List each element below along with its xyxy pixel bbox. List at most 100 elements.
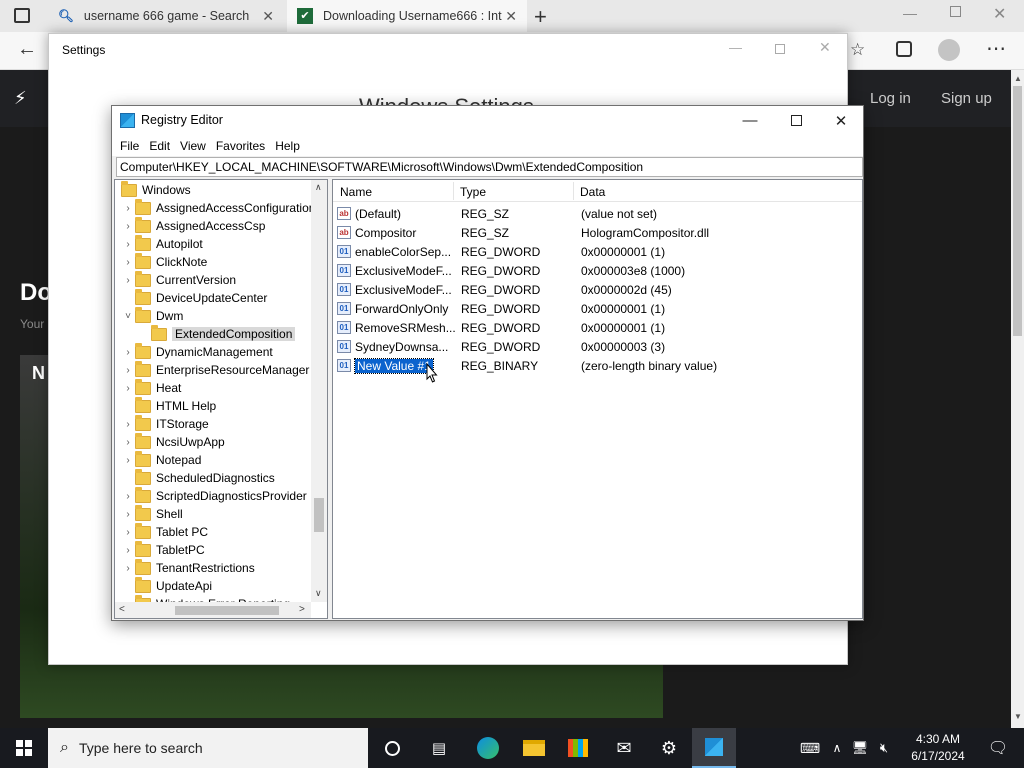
minimize-icon[interactable]: — xyxy=(903,5,917,21)
minimize-icon[interactable]: — xyxy=(729,40,742,55)
value-row[interactable]: 01 ForwardOnlyOnly REG_DWORD 0x00000001 (1) xyxy=(337,299,857,318)
chevron-right-icon[interactable]: › xyxy=(121,365,135,376)
column-name[interactable]: Name xyxy=(340,185,372,199)
tree-item[interactable]: › AssignedAccessConfiguration xyxy=(121,198,315,217)
value-row[interactable]: 01 ExclusiveModeF... REG_DWORD 0x0000002d (… xyxy=(337,280,857,299)
tree-item[interactable]: ScheduledDiagnostics xyxy=(121,468,275,487)
chevron-right-icon[interactable]: › xyxy=(121,203,135,214)
task-view-icon[interactable]: ▤ xyxy=(417,728,461,768)
chevron-down-icon[interactable]: ˅ xyxy=(121,311,135,322)
close-window-icon[interactable]: ✕ xyxy=(993,4,1006,24)
clock[interactable]: 4:30 AM 6/17/2024 xyxy=(900,731,976,765)
tree-item[interactable]: › NcsiUwpApp xyxy=(121,432,225,451)
cortana-icon[interactable] xyxy=(370,728,414,768)
scroll-thumb[interactable] xyxy=(1013,86,1022,336)
value-row[interactable]: 01 enableColorSep... REG_DWORD 0x00000001 (… xyxy=(337,242,857,261)
tree-item[interactable]: DeviceUpdateCenter xyxy=(121,288,267,307)
close-icon[interactable]: ✕ xyxy=(262,8,274,25)
chevron-right-icon[interactable]: › xyxy=(121,419,135,430)
tree-item[interactable]: › Heat xyxy=(121,378,181,397)
regedit-taskbar-icon[interactable] xyxy=(692,728,736,768)
value-row[interactable]: 01 RemoveSRMesh... REG_DWORD 0x00000001 (1) xyxy=(337,318,857,337)
tree-item[interactable]: ˅ Dwm xyxy=(121,306,183,325)
tree-item[interactable]: › CurrentVersion xyxy=(121,270,236,289)
chevron-right-icon[interactable]: › xyxy=(121,437,135,448)
menu-help[interactable]: Help xyxy=(270,139,305,153)
chevron-right-icon[interactable]: › xyxy=(121,257,135,268)
volume-muted-icon[interactable]: 🔇︎ xyxy=(872,728,896,768)
value-row[interactable]: 01 ExclusiveModeF... REG_DWORD 0x000003e8 (… xyxy=(337,261,857,280)
page-scrollbar[interactable]: ▲ ▼ xyxy=(1011,70,1024,728)
tab-actions-icon[interactable] xyxy=(14,8,30,23)
tree-vscroll[interactable]: ∧ ∨ xyxy=(311,180,327,602)
minimize-button[interactable]: — xyxy=(727,106,773,135)
back-icon[interactable]: ← xyxy=(17,38,37,61)
tab-search[interactable]: 🔍︎ username 666 game - Search ✕ xyxy=(48,0,284,32)
signup-link[interactable]: Sign up xyxy=(941,90,992,107)
scroll-thumb[interactable] xyxy=(175,606,279,615)
maximize-button[interactable] xyxy=(773,106,819,135)
file-explorer-icon[interactable] xyxy=(512,728,556,768)
profile-avatar[interactable] xyxy=(938,39,960,61)
tree-item[interactable]: › Notepad xyxy=(121,450,201,469)
tree-item[interactable]: ExtendedComposition xyxy=(137,324,296,343)
mail-icon[interactable]: ✉ xyxy=(602,728,646,768)
value-row[interactable]: ab Compositor REG_SZ HologramCompositor.dll xyxy=(337,223,857,242)
menu-file[interactable]: File xyxy=(115,139,144,153)
chevron-right-icon[interactable]: › xyxy=(121,347,135,358)
scroll-thumb[interactable] xyxy=(314,498,324,532)
menu-edit[interactable]: Edit xyxy=(144,139,175,153)
notifications-icon[interactable]: 🗨︎ xyxy=(976,728,1020,768)
settings-gear-icon[interactable]: ⚙ xyxy=(647,728,691,768)
tree-item[interactable]: Windows xyxy=(115,180,191,199)
menu-view[interactable]: View xyxy=(175,139,211,153)
start-icon[interactable] xyxy=(2,728,46,768)
network-icon[interactable]: 🖥︎ xyxy=(848,728,872,768)
close-button[interactable]: ✕ xyxy=(818,106,864,135)
values-list[interactable]: Name Type Data ab (Default) REG_SZ (value n… xyxy=(332,179,863,619)
tree-item[interactable]: › EnterpriseResourceManager xyxy=(121,360,309,379)
menu-favorites[interactable]: Favorites xyxy=(211,139,270,153)
chevron-right-icon[interactable]: › xyxy=(121,455,135,466)
value-row[interactable]: ab (Default) REG_SZ (value not set) xyxy=(337,204,857,223)
restore-icon[interactable] xyxy=(950,6,961,17)
chevron-right-icon[interactable]: › xyxy=(121,275,135,286)
tree-item[interactable]: › TenantRestrictions xyxy=(121,558,255,577)
chevron-right-icon[interactable]: › xyxy=(121,563,135,574)
tree-item[interactable]: › Shell xyxy=(121,504,183,523)
column-data[interactable]: Data xyxy=(580,185,605,199)
chevron-right-icon[interactable]: › xyxy=(121,383,135,394)
tree-item[interactable]: › AssignedAccessCsp xyxy=(121,216,265,235)
collections-icon[interactable] xyxy=(896,41,912,57)
tree-item[interactable]: UpdateApi xyxy=(121,576,212,595)
close-icon[interactable]: ✕ xyxy=(505,8,517,25)
chevron-right-icon[interactable]: › xyxy=(121,221,135,232)
maximize-icon[interactable] xyxy=(775,44,785,54)
store-icon[interactable] xyxy=(556,728,600,768)
value-row[interactable]: 01 New Value #1 REG_BINARY (zero-length bin… xyxy=(337,356,857,375)
edge-icon[interactable] xyxy=(466,728,510,768)
chevron-right-icon[interactable]: › xyxy=(121,527,135,538)
login-link[interactable]: Log in xyxy=(870,90,911,107)
favorites-icon[interactable]: ☆ xyxy=(850,40,865,60)
tree-item[interactable]: › TabletPC xyxy=(121,540,205,559)
chevron-right-icon[interactable]: › xyxy=(121,509,135,520)
site-logo[interactable]: ⚡ xyxy=(14,88,27,109)
value-row[interactable]: 01 SydneyDownsa... REG_DWORD 0x00000003 (3) xyxy=(337,337,857,356)
chevron-right-icon[interactable]: › xyxy=(121,491,135,502)
more-icon[interactable]: ⋯ xyxy=(986,36,1006,61)
new-tab-icon[interactable]: + xyxy=(534,4,547,30)
chevron-right-icon[interactable]: › xyxy=(121,239,135,250)
tree-item[interactable]: › Autopilot xyxy=(121,234,203,253)
tree-item[interactable]: › DynamicManagement xyxy=(121,342,273,361)
tree-item[interactable]: › ClickNote xyxy=(121,252,207,271)
taskbar-search[interactable]: ⌕ Type here to search xyxy=(48,728,368,768)
tab-download[interactable]: ✔ Downloading Username666 : Int ✕ xyxy=(287,0,527,32)
tree-item[interactable]: › ScriptedDiagnosticsProvider xyxy=(121,486,307,505)
tree-item[interactable]: › ITStorage xyxy=(121,414,209,433)
show-hidden-icons[interactable]: ∧ xyxy=(826,728,848,768)
tree-item[interactable]: HTML Help xyxy=(121,396,216,415)
tree-item[interactable]: › Tablet PC xyxy=(121,522,208,541)
close-icon[interactable]: ✕ xyxy=(819,39,831,56)
key-tree[interactable]: Windows › AssignedAccessConfiguration › Assi… xyxy=(114,179,328,619)
